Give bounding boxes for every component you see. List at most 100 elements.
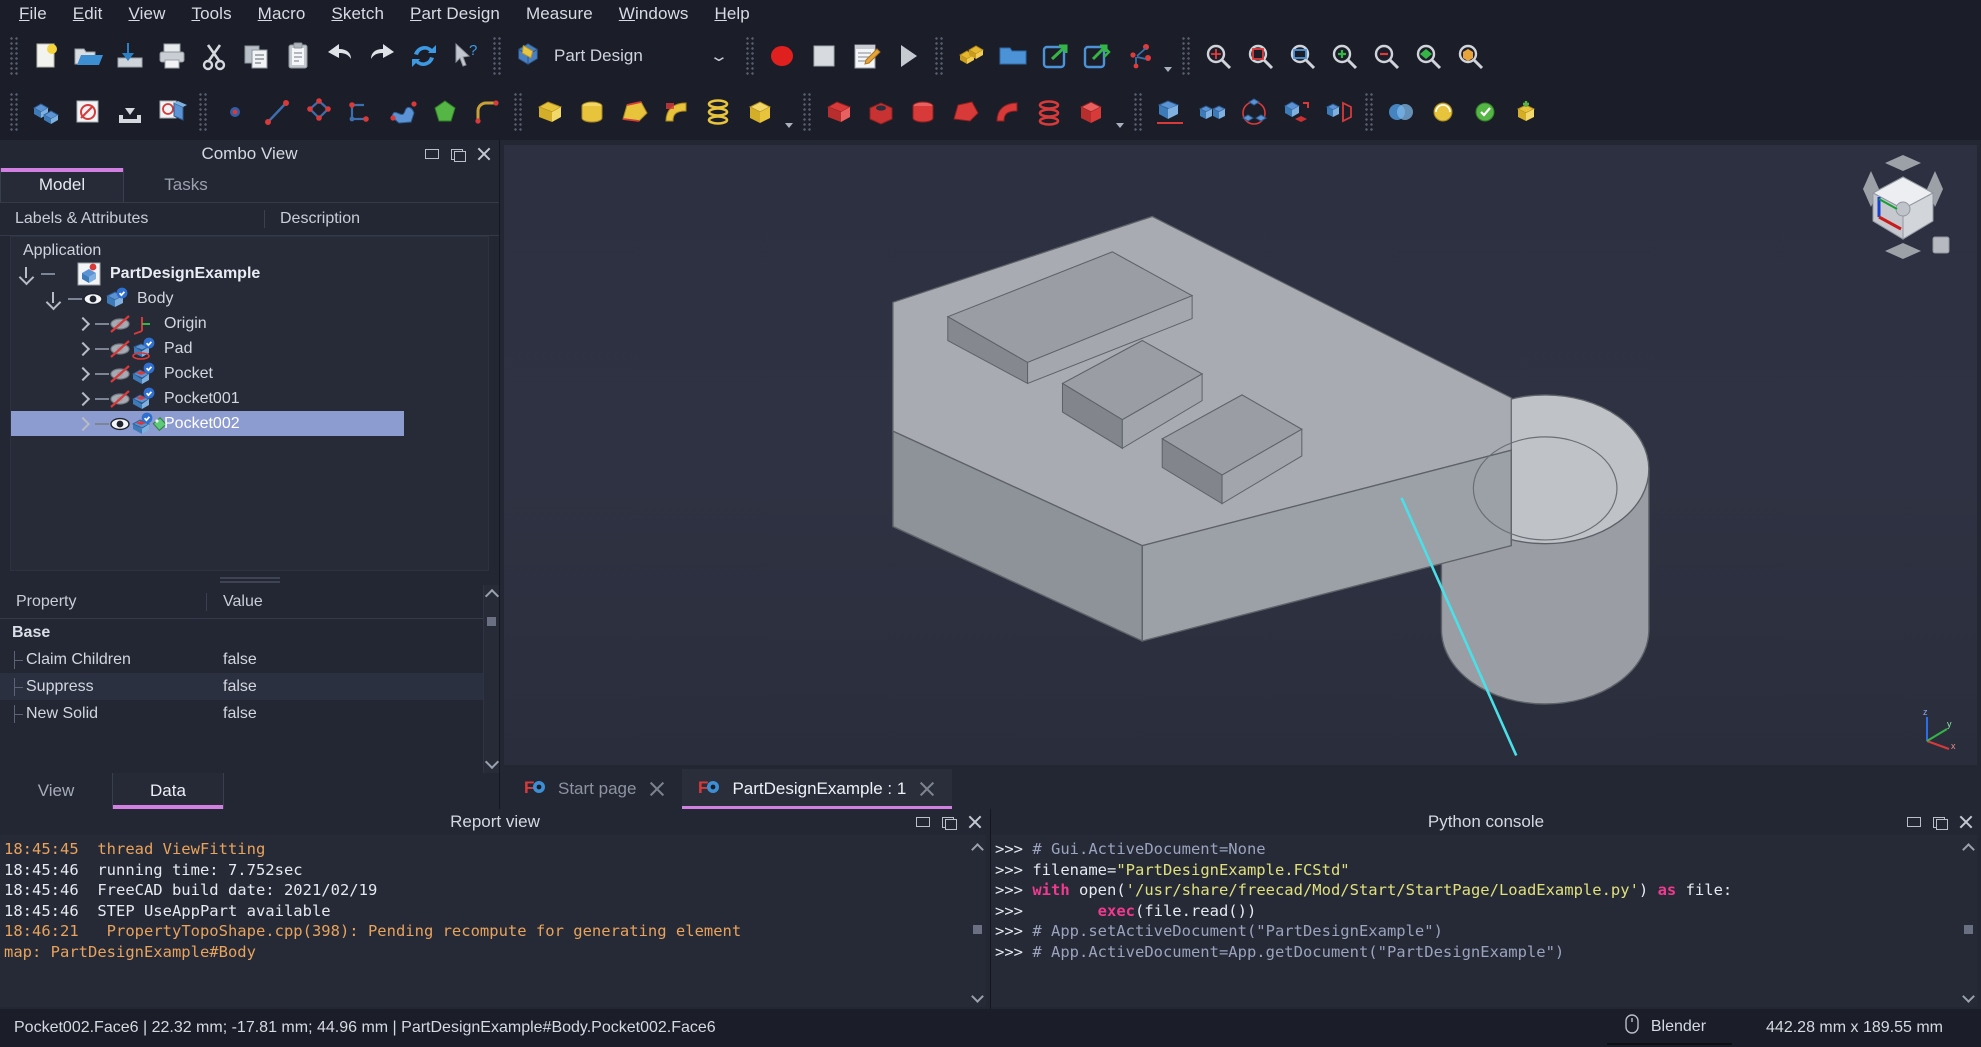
arc-icon[interactable]: [340, 91, 382, 133]
tree-item-pad[interactable]: Pad: [11, 336, 488, 361]
subtractive-helix-icon[interactable]: [1028, 91, 1070, 133]
3d-viewport[interactable]: z x y: [504, 145, 1977, 765]
undo-icon[interactable]: [319, 35, 361, 77]
draw-style-icon[interactable]: [1407, 35, 1449, 77]
tree-item-pocket001[interactable]: Pocket001: [11, 386, 488, 411]
fit-all-icon[interactable]: [1197, 35, 1239, 77]
menu-part-design[interactable]: Part Design: [397, 1, 513, 27]
toolbar-grip[interactable]: [1181, 36, 1192, 76]
scroll-up-icon[interactable]: [1962, 843, 1975, 856]
close-icon[interactable]: [477, 147, 491, 161]
undock-icon[interactable]: [425, 147, 439, 161]
scroll-thumb[interactable]: [1964, 925, 1973, 934]
create-body-icon[interactable]: [25, 91, 67, 133]
visibility-hidden-icon[interactable]: [109, 388, 131, 410]
subtractive-loft-icon[interactable]: [944, 91, 986, 133]
create-part-icon[interactable]: [950, 35, 992, 77]
workbench-selector[interactable]: Part Design ⌄: [508, 36, 740, 76]
menu-measure[interactable]: Measure: [513, 1, 606, 27]
chevron-down-icon[interactable]: ⌄: [698, 47, 740, 65]
mirrored-icon[interactable]: [1149, 91, 1191, 133]
boolean-icon[interactable]: [1380, 91, 1422, 133]
menu-file[interactable]: File: [6, 1, 60, 27]
menu-edit[interactable]: Edit: [60, 1, 116, 27]
toolbar-grip[interactable]: [9, 36, 20, 76]
close-tab-icon[interactable]: [648, 780, 666, 798]
undock-icon[interactable]: [1907, 815, 1921, 829]
property-row[interactable]: Suppressfalse: [0, 673, 483, 700]
visibility-eye-icon[interactable]: [109, 413, 131, 435]
macro-stop-icon[interactable]: [803, 35, 845, 77]
python-scrollbar[interactable]: [1961, 839, 1977, 1007]
shape-binder-icon[interactable]: [1422, 91, 1464, 133]
pocket-icon[interactable]: [818, 91, 860, 133]
document-tab-start-page[interactable]: F Start page: [508, 769, 682, 809]
panel-splitter[interactable]: [0, 571, 499, 585]
zoom-box-icon[interactable]: [1281, 35, 1323, 77]
axonometric-icon[interactable]: [1449, 35, 1491, 77]
tree-header-labels[interactable]: Labels & Attributes: [0, 210, 265, 228]
polyline-icon[interactable]: [298, 91, 340, 133]
property-value[interactable]: false: [207, 705, 483, 723]
tree-item-body[interactable]: Body: [11, 286, 488, 311]
scroll-up-icon[interactable]: [971, 843, 984, 856]
polar-pattern-icon[interactable]: [1233, 91, 1275, 133]
property-value[interactable]: false: [207, 651, 483, 669]
menu-windows[interactable]: Windows: [606, 1, 702, 27]
tree-item-partdesignexample[interactable]: PartDesignExample: [11, 261, 488, 286]
polygon-icon[interactable]: [424, 91, 466, 133]
tree-expander[interactable]: [73, 388, 95, 410]
print-icon[interactable]: [151, 35, 193, 77]
visibility-hidden-icon[interactable]: [109, 363, 131, 385]
menu-macro[interactable]: Macro: [245, 1, 319, 27]
float-icon[interactable]: [1933, 815, 1947, 829]
tree-expander[interactable]: [73, 363, 95, 385]
undock-icon[interactable]: [916, 815, 930, 829]
toolbar-grip[interactable]: [492, 36, 503, 76]
menu-help[interactable]: Help: [701, 1, 762, 27]
fit-selection-icon[interactable]: [1239, 35, 1281, 77]
property-value[interactable]: false: [207, 678, 483, 696]
link-dropdown-icon[interactable]: [1160, 35, 1176, 77]
refresh-icon[interactable]: [403, 35, 445, 77]
toolbar-grip[interactable]: [198, 92, 209, 132]
zoom-in-icon[interactable]: [1323, 35, 1365, 77]
subtractive-dropdown-icon[interactable]: [1112, 91, 1128, 133]
bspline-icon[interactable]: [382, 91, 424, 133]
property-row[interactable]: New Solidfalse: [0, 700, 483, 727]
validate-sketch-icon[interactable]: [151, 91, 193, 133]
attach-sketch-icon[interactable]: [109, 91, 151, 133]
close-icon[interactable]: [968, 815, 982, 829]
toolbar-grip[interactable]: [1364, 92, 1375, 132]
subtractive-primitive-icon[interactable]: [1070, 91, 1112, 133]
property-header-value[interactable]: Value: [207, 593, 483, 611]
cut-icon[interactable]: [193, 35, 235, 77]
report-view-log[interactable]: 18:45:45 thread ViewFitting18:45:46 runn…: [0, 835, 986, 1007]
point-icon[interactable]: [214, 91, 256, 133]
scroll-down-icon[interactable]: [1962, 990, 1975, 1003]
toolbar-grip[interactable]: [802, 92, 813, 132]
scaled-icon[interactable]: [1317, 91, 1359, 133]
paste-icon[interactable]: [277, 35, 319, 77]
tab-data[interactable]: Data: [112, 773, 224, 809]
zoom-out-icon[interactable]: [1365, 35, 1407, 77]
create-sketch-icon[interactable]: [67, 91, 109, 133]
link-make-relative-icon[interactable]: [1076, 35, 1118, 77]
additive-dropdown-icon[interactable]: [781, 91, 797, 133]
tree-item-origin[interactable]: Origin: [11, 311, 488, 336]
tab-view[interactable]: View: [0, 773, 112, 809]
toolbar-grip[interactable]: [9, 92, 20, 132]
navigation-style-button[interactable]: Blender: [1607, 1011, 1732, 1045]
close-icon[interactable]: [1959, 815, 1973, 829]
scroll-thumb[interactable]: [973, 925, 982, 934]
additive-pipe-icon[interactable]: [655, 91, 697, 133]
toolbar-grip[interactable]: [1133, 92, 1144, 132]
macro-execute-icon[interactable]: [887, 35, 929, 77]
clone-icon[interactable]: [1506, 91, 1548, 133]
scroll-down-icon[interactable]: [971, 990, 984, 1003]
scroll-up-icon[interactable]: [485, 589, 499, 603]
link-make-icon[interactable]: [1034, 35, 1076, 77]
create-group-icon[interactable]: [992, 35, 1034, 77]
fillet-icon[interactable]: [466, 91, 508, 133]
macros-dialog-icon[interactable]: [845, 35, 887, 77]
